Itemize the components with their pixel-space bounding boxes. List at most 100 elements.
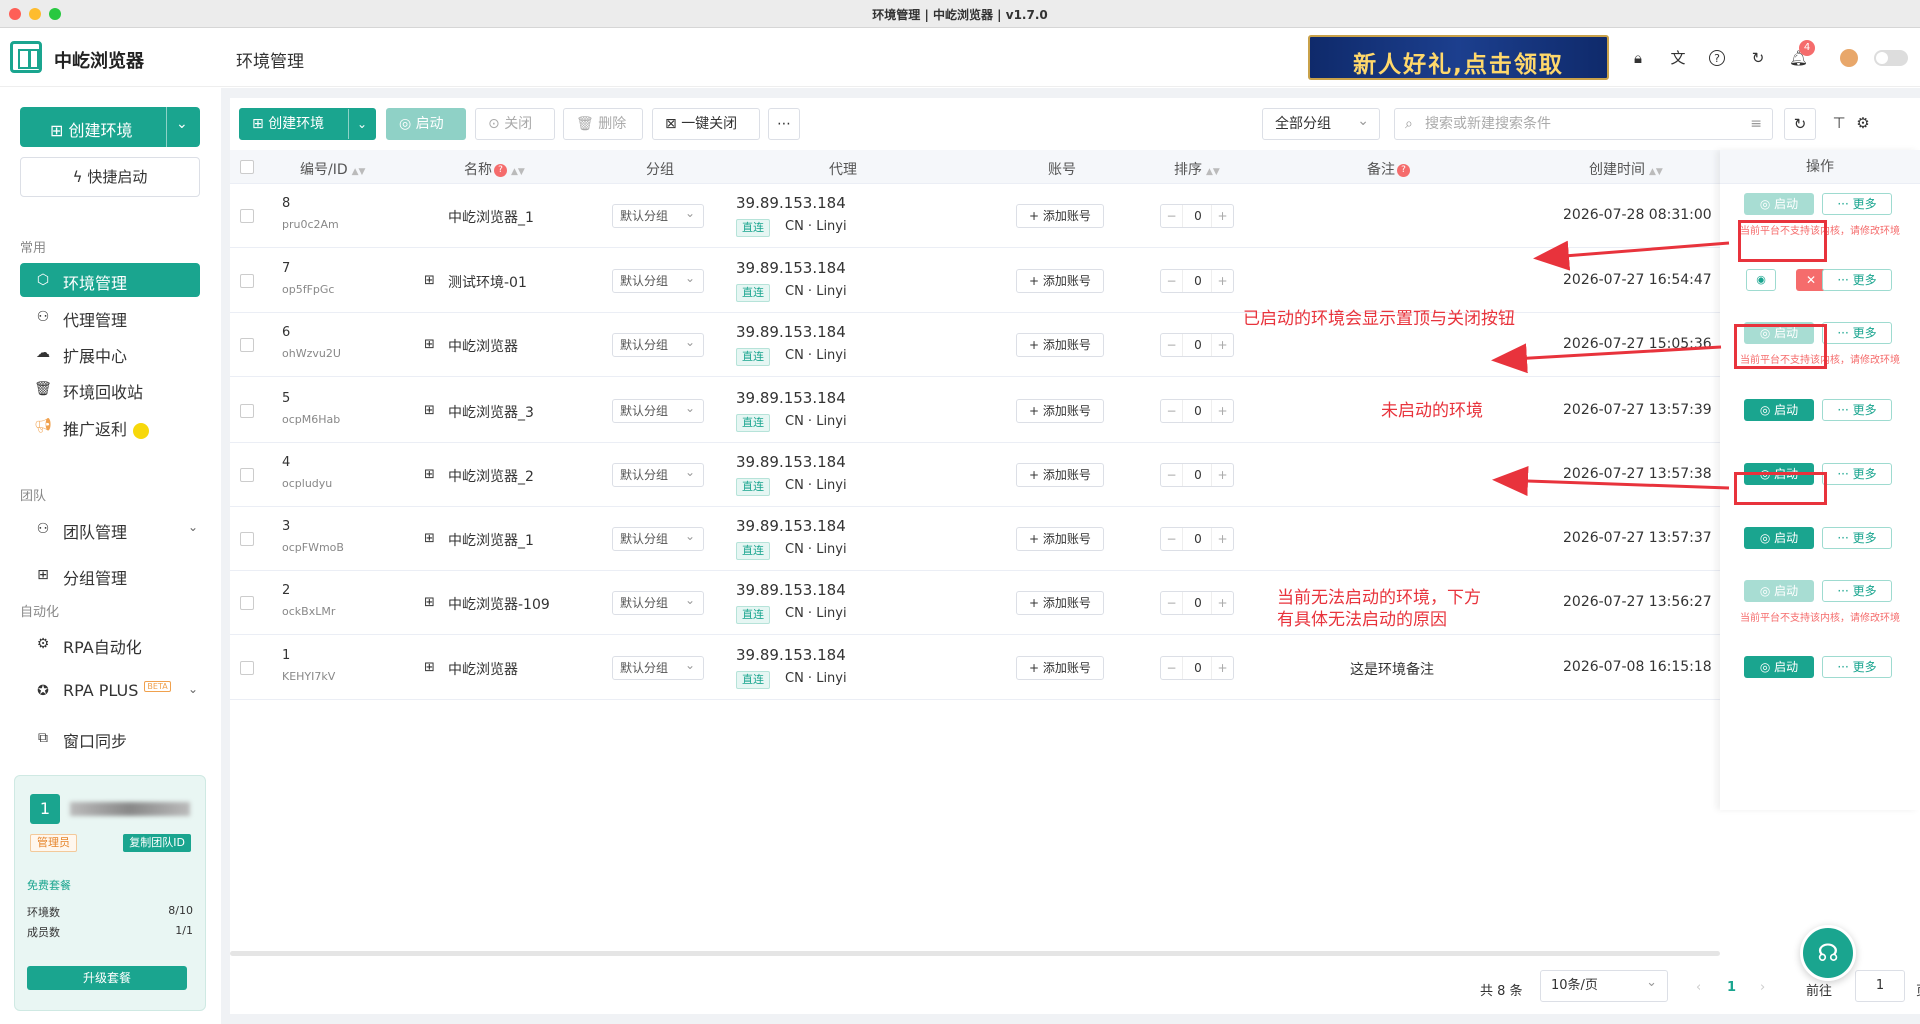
add-account-button[interactable]: + 添加账号 bbox=[1016, 656, 1104, 680]
sort-stepper[interactable]: −0 + bbox=[1160, 204, 1234, 228]
row-checkbox[interactable] bbox=[240, 209, 254, 223]
decrement-button[interactable]: − bbox=[1161, 528, 1183, 550]
env-name[interactable]: 中屹浏览器_1 bbox=[448, 207, 534, 227]
row-checkbox[interactable] bbox=[240, 274, 254, 288]
more-button[interactable]: ··· 更多 bbox=[1822, 269, 1892, 291]
group-select[interactable]: 默认分组 bbox=[612, 654, 704, 680]
table-row[interactable]: 4 ocpludyu ⊞ 中屹浏览器_2 默认分组 39.89.153.184 直连 CN ·… bbox=[230, 443, 1720, 507]
add-account-button[interactable]: + 添加账号 bbox=[1016, 591, 1104, 615]
quick-start-button[interactable]: ϟ 快捷启动 bbox=[20, 157, 200, 197]
table-row[interactable]: 5 ocpM6Hab ⊞ 中屹浏览器_3 默认分组 39.89.153.184 直连 CN ·… bbox=[230, 379, 1720, 443]
avatar[interactable] bbox=[1840, 49, 1858, 67]
increment-button[interactable]: + bbox=[1211, 205, 1233, 227]
increment-button[interactable]: + bbox=[1211, 592, 1233, 614]
upgrade-button[interactable]: 升级套餐 bbox=[27, 966, 187, 990]
sidebar-item-rpa[interactable]: ⚙ RPA自动化 bbox=[20, 627, 200, 661]
group-select[interactable]: 默认分组 bbox=[612, 331, 704, 357]
sidebar-item-env[interactable]: ⬡ 环境管理 bbox=[20, 263, 200, 297]
more-button[interactable]: ··· 更多 bbox=[1822, 527, 1892, 549]
chevron-down-icon[interactable]: ⌄ bbox=[176, 116, 188, 132]
group-select[interactable]: 默认分组 bbox=[612, 525, 704, 551]
group-select[interactable]: 默认分组 bbox=[612, 589, 704, 615]
bring-to-front-button[interactable]: ◉ bbox=[1746, 269, 1776, 291]
promo-banner[interactable]: 新人好礼,点击领取 bbox=[1308, 35, 1609, 80]
more-button[interactable]: ··· 更多 bbox=[1822, 399, 1892, 421]
decrement-button[interactable]: − bbox=[1161, 464, 1183, 486]
horizontal-scrollbar[interactable] bbox=[230, 951, 1720, 956]
sidebar-item-referral[interactable]: 📢︎ 推广返利 bbox=[20, 409, 200, 443]
settings-icon[interactable]: ⚙ bbox=[1847, 108, 1879, 140]
decrement-button[interactable]: − bbox=[1161, 400, 1183, 422]
th-name[interactable]: 名称? ▲▼ bbox=[464, 159, 525, 179]
env-name[interactable]: 中屹浏览器_3 bbox=[448, 402, 534, 422]
decrement-button[interactable]: − bbox=[1161, 270, 1183, 292]
row-checkbox[interactable] bbox=[240, 532, 254, 546]
customer-service-button[interactable]: ☊ bbox=[1800, 925, 1856, 981]
table-row[interactable]: 2 ockBxLMr ⊞ 中屹浏览器-109 默认分组 39.89.153.184 直连 CN… bbox=[230, 571, 1720, 635]
more-button[interactable]: ··· 更多 bbox=[1822, 580, 1892, 602]
translate-icon[interactable]: 文 bbox=[1669, 49, 1687, 67]
increment-button[interactable]: + bbox=[1211, 270, 1233, 292]
sidebar-item-proxy[interactable]: ⚇ 代理管理 bbox=[20, 300, 200, 334]
more-button[interactable]: ··· 更多 bbox=[1822, 463, 1892, 485]
env-name[interactable]: 中屹浏览器 bbox=[448, 659, 518, 679]
theme-toggle[interactable] bbox=[1874, 50, 1908, 66]
increment-button[interactable]: + bbox=[1211, 464, 1233, 486]
select-all-checkbox[interactable] bbox=[240, 160, 254, 174]
increment-button[interactable]: + bbox=[1211, 334, 1233, 356]
sidebar-item-groups[interactable]: ⊞ 分组管理 bbox=[20, 558, 200, 592]
sidebar-item-rpa-plus[interactable]: ✪ RPA PLUS BETA ⌄ bbox=[20, 674, 200, 708]
row-checkbox[interactable] bbox=[240, 404, 254, 418]
env-name[interactable]: 中屹浏览器_1 bbox=[448, 530, 534, 550]
more-button[interactable]: ··· 更多 bbox=[1822, 322, 1892, 344]
toolbar-close-all-button[interactable]: ⊠ 一键关闭 bbox=[652, 108, 760, 140]
toolbar-close-button[interactable]: ⊙ 关闭 bbox=[475, 108, 555, 140]
sort-stepper[interactable]: −0 + bbox=[1160, 463, 1234, 487]
sort-stepper[interactable]: −0 + bbox=[1160, 656, 1234, 680]
start-button[interactable]: ◎ 启动 bbox=[1744, 527, 1814, 549]
refresh-icon[interactable]: ↻ bbox=[1749, 49, 1767, 67]
decrement-button[interactable]: − bbox=[1161, 592, 1183, 614]
add-account-button[interactable]: + 添加账号 bbox=[1016, 527, 1104, 551]
group-select[interactable]: 默认分组 bbox=[612, 397, 704, 423]
prev-page-button[interactable]: ‹ bbox=[1696, 980, 1701, 995]
group-select[interactable]: 默认分组 bbox=[612, 461, 704, 487]
row-checkbox[interactable] bbox=[240, 468, 254, 482]
lock-icon[interactable]: 🔒︎ bbox=[1629, 49, 1647, 67]
start-button[interactable]: ◎ 启动 bbox=[1744, 656, 1814, 678]
decrement-button[interactable]: − bbox=[1161, 334, 1183, 356]
group-filter-select[interactable]: 全部分组 bbox=[1262, 106, 1380, 140]
sidebar-item-extensions[interactable]: ☁ 扩展中心 bbox=[20, 336, 200, 370]
row-checkbox[interactable] bbox=[240, 338, 254, 352]
filter-icon[interactable]: ≡ bbox=[1750, 109, 1762, 139]
start-button[interactable]: ◎ 启动 bbox=[1744, 580, 1814, 602]
reload-button[interactable]: ↻ bbox=[1784, 108, 1816, 140]
create-env-button[interactable]: ⊞ 创建环境 ⌄ bbox=[20, 107, 200, 147]
sidebar-item-team[interactable]: ⚇ 团队管理 ⌄ bbox=[20, 512, 200, 546]
decrement-button[interactable]: − bbox=[1161, 657, 1183, 679]
table-row[interactable]: 7 op5fFpGc ⊞ 测试环境-01 默认分组 39.89.153.184 直连 CN ·… bbox=[230, 249, 1720, 313]
group-select[interactable]: 默认分组 bbox=[612, 267, 704, 293]
add-account-button[interactable]: + 添加账号 bbox=[1016, 463, 1104, 487]
sidebar-item-recycle[interactable]: 🗑︎ 环境回收站 bbox=[20, 372, 200, 406]
table-row[interactable]: 3 ocpFWmoB ⊞ 中屹浏览器_1 默认分组 39.89.153.184 直连 CN ·… bbox=[230, 507, 1720, 571]
toolbar-create-button[interactable]: ⊞ 创建环境 ⌄ bbox=[239, 108, 376, 140]
add-account-button[interactable]: + 添加账号 bbox=[1016, 333, 1104, 357]
page-input[interactable]: 1 bbox=[1855, 970, 1905, 1002]
env-name[interactable]: 测试环境-01 bbox=[448, 272, 527, 292]
toolbar-start-button[interactable]: ◎ 启动 bbox=[386, 108, 466, 140]
add-account-button[interactable]: + 添加账号 bbox=[1016, 204, 1104, 228]
chevron-down-icon[interactable]: ⌄ bbox=[357, 109, 367, 139]
increment-button[interactable]: + bbox=[1211, 528, 1233, 550]
table-row[interactable]: 8 pru0c2Am 中屹浏览器_1 默认分组 39.89.153.184 直连 CN · … bbox=[230, 184, 1720, 248]
table-row[interactable]: 1 KEHYI7kV ⊞ 中屹浏览器 默认分组 39.89.153.184 直连 CN · L… bbox=[230, 636, 1720, 700]
group-select[interactable]: 默认分组 bbox=[612, 202, 704, 228]
sort-stepper[interactable]: −0 + bbox=[1160, 333, 1234, 357]
sidebar-item-sync[interactable]: ⧉ 窗口同步 bbox=[20, 721, 200, 755]
page-size-select[interactable]: 10条/页 bbox=[1540, 968, 1668, 1002]
th-created[interactable]: 创建时间 ▲▼ bbox=[1589, 159, 1663, 179]
sort-stepper[interactable]: −0 + bbox=[1160, 527, 1234, 551]
toolbar-more-button[interactable]: ⋯ bbox=[768, 108, 800, 140]
more-button[interactable]: ··· 更多 bbox=[1822, 656, 1892, 678]
search-input[interactable]: ⌕ 搜索或新建搜索条件 ≡ bbox=[1394, 108, 1773, 140]
